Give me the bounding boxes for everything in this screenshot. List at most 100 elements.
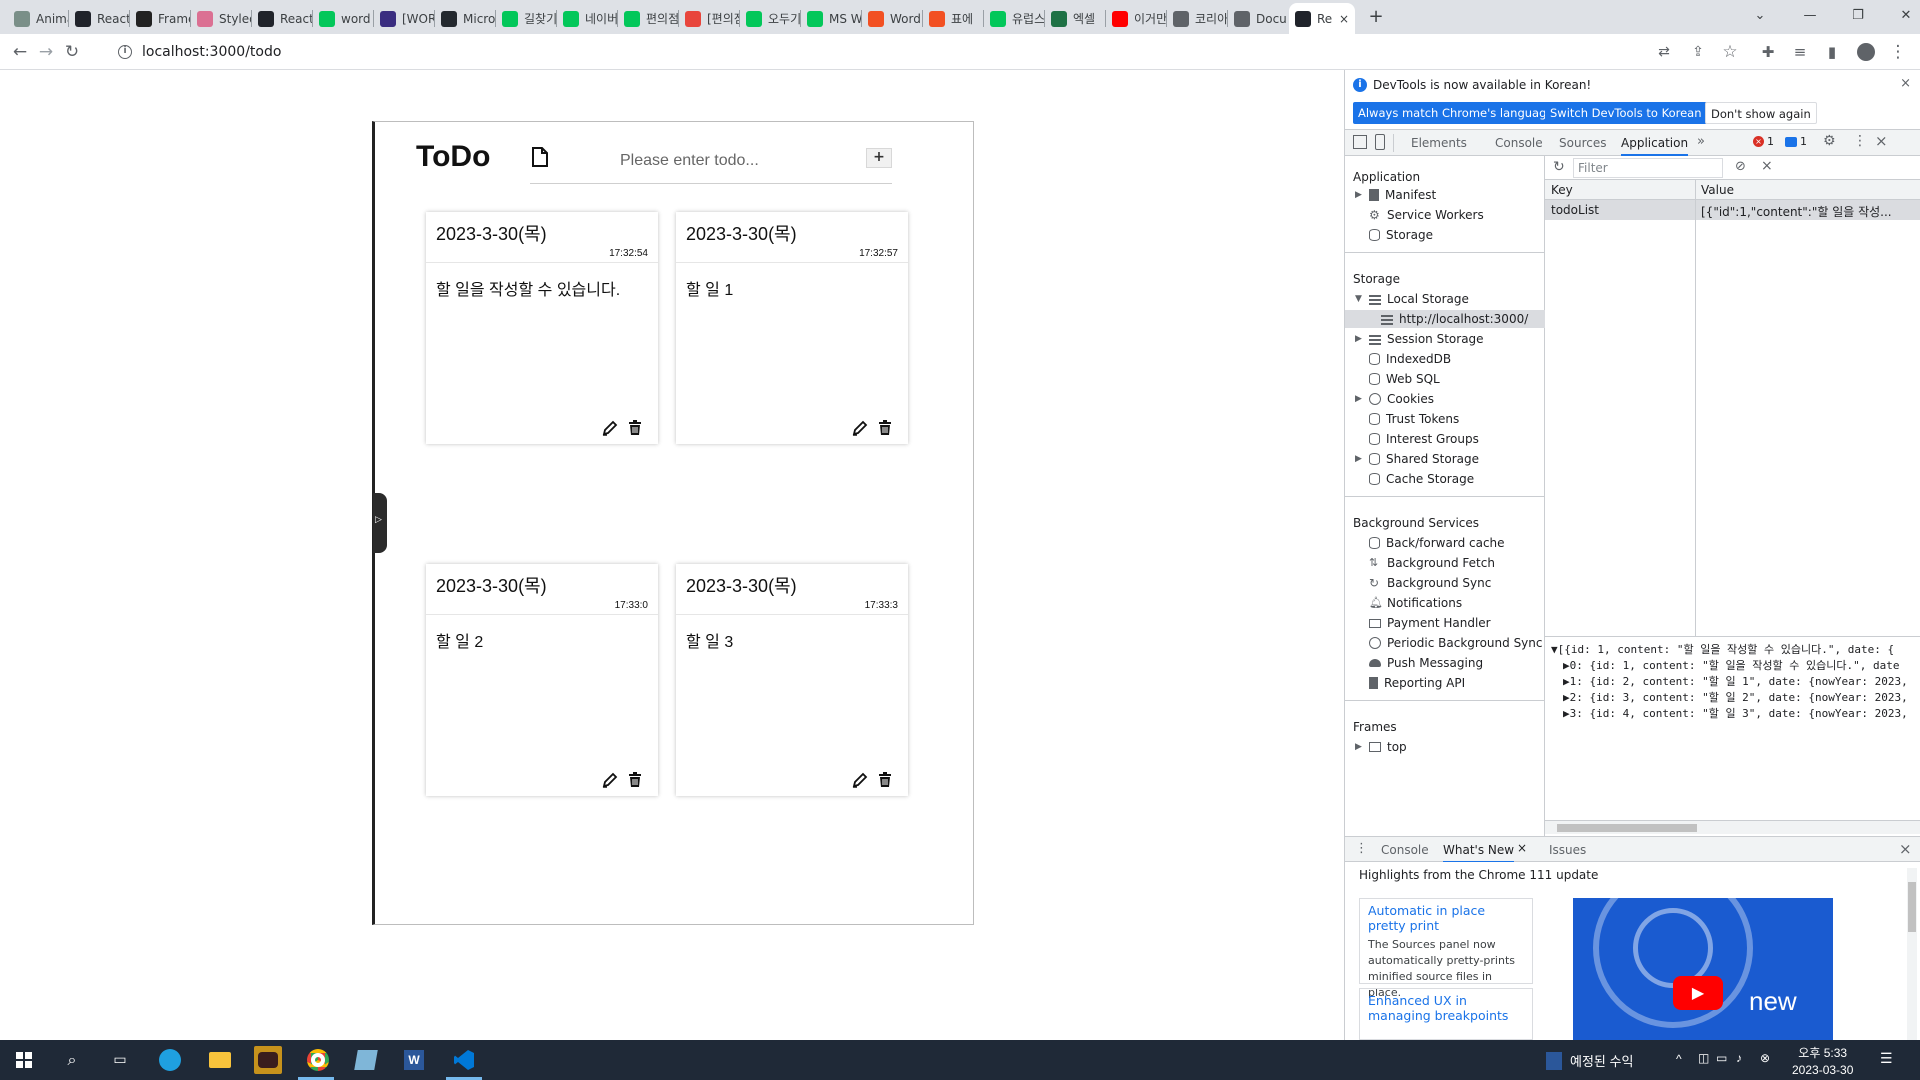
word-icon[interactable]: W	[400, 1046, 428, 1074]
close-window-icon[interactable]: ✕	[1894, 4, 1918, 28]
expand-arrow-icon[interactable]: ▶	[1355, 190, 1362, 200]
sidebar-item-periodic-sync[interactable]: Periodic Background Sync	[1369, 634, 1543, 652]
trash-icon[interactable]	[628, 420, 642, 436]
browser-tab[interactable]: Docu	[1228, 3, 1288, 34]
notification-center-icon[interactable]: ☰	[1880, 1050, 1893, 1067]
browser-tab[interactable]: 길찾기	[496, 3, 556, 34]
browser-menu-icon[interactable]: ⋮	[1884, 38, 1912, 66]
sidebar-toggle-handle[interactable]: ▷	[373, 493, 387, 553]
maximize-icon[interactable]: ❐	[1846, 4, 1870, 28]
sidebar-item-frame-top[interactable]: ▶ top	[1355, 738, 1407, 756]
site-info-icon[interactable]: i	[118, 45, 132, 59]
url-text[interactable]: localhost:3000/todo	[142, 44, 281, 60]
add-todo-button[interactable]: +	[866, 148, 892, 168]
reload-icon[interactable]: ↻	[58, 38, 86, 66]
translate-icon[interactable]: ⇄	[1650, 38, 1678, 66]
always-match-language-button[interactable]: Always match Chrome's language	[1353, 102, 1559, 124]
browser-tab[interactable]: [편의점	[679, 3, 739, 34]
scrollbar-thumb[interactable]	[1908, 882, 1916, 932]
settings-gear-icon[interactable]: ⚙	[1823, 133, 1836, 149]
sidebar-item-cache-storage[interactable]: Cache Storage	[1369, 470, 1474, 488]
expand-arrow-icon[interactable]: ▶	[1355, 334, 1362, 344]
browser-tab[interactable]: Frame	[130, 3, 190, 34]
sidebar-item-background-sync[interactable]: ↻ Background Sync	[1369, 574, 1491, 592]
preview-line[interactable]: ▼[{id: 1, content: "할 일을 작성할 수 있습니다.", d…	[1551, 641, 1894, 657]
clear-all-icon[interactable]: ⊘	[1735, 159, 1746, 174]
trash-icon[interactable]	[878, 772, 892, 788]
drawer-menu-icon[interactable]: ⋮	[1355, 841, 1368, 856]
whats-new-card-title[interactable]: Automatic in place pretty print	[1368, 903, 1524, 933]
sidebar-item-service-workers[interactable]: ⚙ Service Workers	[1369, 206, 1484, 224]
switch-to-korean-button[interactable]: Switch DevTools to Korean	[1545, 102, 1707, 124]
browser-tab[interactable]: word	[313, 3, 373, 34]
scrollbar-thumb[interactable]	[1557, 824, 1697, 832]
expand-arrow-icon[interactable]: ▶	[1355, 454, 1362, 464]
trash-icon[interactable]	[878, 420, 892, 436]
sidebar-item-payment-handler[interactable]: Payment Handler	[1369, 614, 1491, 632]
preview-line[interactable]: ▶1: {id: 2, content: "할 일 1", date: {now…	[1563, 673, 1908, 689]
table-row[interactable]: todoList [{"id":1,"content":"할 일을 작성...	[1545, 200, 1920, 220]
storage-filter-input[interactable]	[1573, 158, 1723, 178]
whats-new-card[interactable]: Automatic in place pretty print The Sour…	[1359, 898, 1533, 999]
close-infobar-icon[interactable]: ×	[1900, 76, 1911, 91]
share-icon[interactable]: ⇪	[1684, 38, 1712, 66]
sidebar-item-background-fetch[interactable]: ⇅ Background Fetch	[1369, 554, 1495, 572]
sidebar-item-notifications[interactable]: 🔔︎ Notifications	[1369, 594, 1462, 612]
browser-tab[interactable]: 네이버	[557, 3, 617, 34]
tab-console[interactable]: Console	[1495, 130, 1543, 156]
sidebar-item-shared-storage[interactable]: ▶ Shared Storage	[1355, 450, 1479, 468]
preview-line[interactable]: ▶3: {id: 4, content: "할 일 3", date: {now…	[1563, 705, 1908, 721]
edge-icon[interactable]	[156, 1046, 184, 1074]
side-panel-icon[interactable]: ▮	[1818, 38, 1846, 66]
display-icon[interactable]: ▭	[1716, 1051, 1727, 1065]
preview-line[interactable]: ▶2: {id: 3, content: "할 일 2", date: {now…	[1563, 689, 1908, 705]
browser-tab[interactable]: Re ×	[1289, 3, 1355, 34]
sidebar-item-web-sql[interactable]: Web SQL	[1369, 370, 1440, 388]
close-devtools-icon[interactable]: ×	[1875, 132, 1888, 150]
volume-icon[interactable]: ♪	[1736, 1051, 1742, 1065]
browser-tab[interactable]: 편의점	[618, 3, 678, 34]
sidebar-item-manifest[interactable]: ▶ Manifest	[1355, 186, 1436, 204]
browser-tab[interactable]: [WOR	[374, 3, 434, 34]
trash-icon[interactable]	[628, 772, 642, 788]
browser-tab[interactable]: React	[252, 3, 312, 34]
tab-sources[interactable]: Sources	[1559, 130, 1606, 156]
devtools-menu-icon[interactable]: ⋮	[1853, 133, 1867, 149]
preview-line[interactable]: ▶0: {id: 1, content: "할 일을 작성할 수 있습니다.",…	[1563, 657, 1900, 673]
sidebar-item-push-messaging[interactable]: Push Messaging	[1369, 654, 1483, 672]
browser-tab[interactable]: Styled	[191, 3, 251, 34]
column-header-key[interactable]: Key	[1551, 183, 1573, 197]
browser-tab[interactable]: MS W	[801, 3, 861, 34]
sidebar-item-storage[interactable]: Storage	[1369, 226, 1433, 244]
sidebar-item-session-storage[interactable]: ▶ Session Storage	[1355, 330, 1484, 348]
address-bar[interactable]: i localhost:3000/todo	[108, 38, 1668, 66]
horizontal-scrollbar[interactable]	[1545, 820, 1920, 834]
new-tab-button[interactable]: +	[1364, 6, 1388, 30]
drawer-tab-console[interactable]: Console	[1381, 837, 1429, 863]
drawer-scrollbar[interactable]	[1907, 868, 1917, 1040]
sidebar-item-trust-tokens[interactable]: Trust Tokens	[1369, 410, 1459, 428]
row-key-cell[interactable]: todoList	[1551, 203, 1691, 217]
youtube-play-icon[interactable]: ▶	[1673, 976, 1723, 1010]
search-icon[interactable]: ⌕	[58, 1046, 86, 1074]
todo-input[interactable]	[620, 148, 860, 174]
browser-tab[interactable]: React	[69, 3, 129, 34]
tab-elements[interactable]: Elements	[1411, 130, 1467, 156]
whats-new-video-thumbnail[interactable]: ▶ new	[1573, 898, 1833, 1040]
edit-pencil-icon[interactable]	[602, 420, 618, 436]
browser-tab[interactable]: 유럽스	[984, 3, 1044, 34]
back-icon[interactable]: ←	[6, 38, 34, 66]
notepad-icon[interactable]	[352, 1046, 380, 1074]
extensions-icon[interactable]: ✚	[1754, 38, 1782, 66]
network-icon[interactable]: ◫	[1698, 1051, 1709, 1065]
close-tab-icon[interactable]: ×	[1339, 12, 1349, 26]
windows-start-icon[interactable]	[10, 1046, 38, 1074]
expand-arrow-icon[interactable]: ▶	[1355, 394, 1362, 404]
drawer-tab-issues[interactable]: Issues	[1549, 837, 1586, 863]
edit-pencil-icon[interactable]	[852, 772, 868, 788]
browser-tab[interactable]: Micro	[435, 3, 495, 34]
browser-tab[interactable]: 코리아	[1167, 3, 1227, 34]
tab-search-icon[interactable]: ⌄	[1748, 4, 1772, 28]
more-tabs-icon[interactable]: »	[1697, 134, 1705, 149]
system-clock[interactable]: 오후 5:33 2023-03-30	[1792, 1044, 1853, 1077]
